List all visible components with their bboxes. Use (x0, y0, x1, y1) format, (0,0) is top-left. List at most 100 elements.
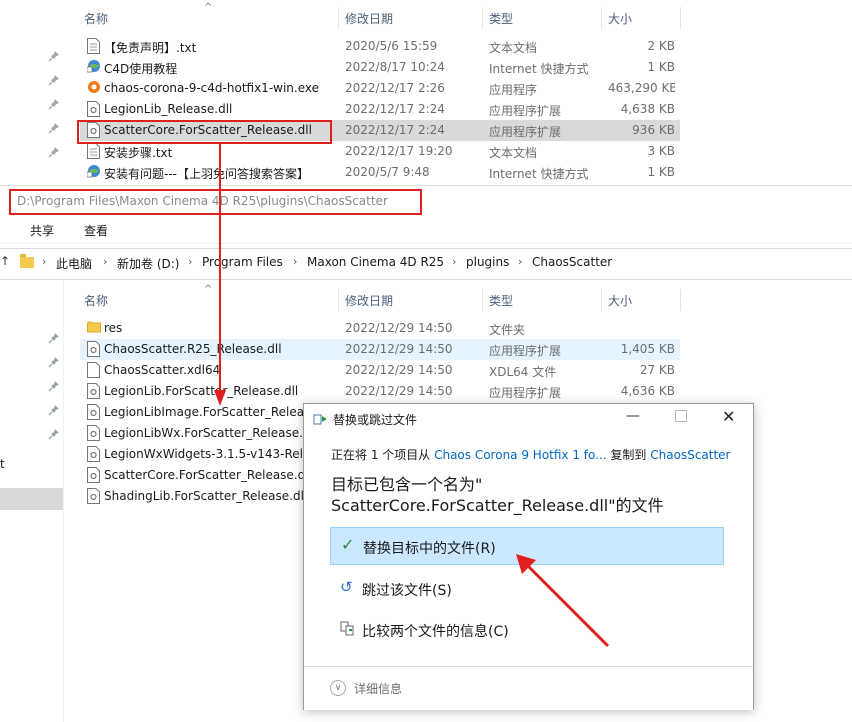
dialog-titlebar: 替换或跳过文件 — ✕ (304, 404, 753, 432)
txt-file-icon (87, 38, 100, 54)
table-row[interactable]: ChaosScatter.R25_Release.dll 2022/12/29 1… (80, 339, 680, 360)
table-row[interactable]: LegionLib_Release.dll 2022/12/17 2:24 应用程序… (80, 99, 680, 120)
chevron-down-icon[interactable]: ∨ (330, 680, 346, 696)
column-size-header[interactable]: 大小 (608, 292, 632, 309)
chevron-right-icon[interactable]: › (42, 255, 46, 268)
file-date: 2020/5/6 15:59 (345, 39, 438, 53)
file-date: 2022/12/29 14:50 (345, 342, 453, 356)
file-name: C4D使用教程 (104, 62, 178, 76)
breadcrumb-item[interactable]: plugins (466, 255, 509, 269)
column-name-header[interactable]: 名称 (84, 292, 108, 309)
file-type: 文件夹 (489, 323, 526, 337)
file-type: 应用程序扩展 (489, 386, 562, 400)
file-size: 2 KB (647, 39, 675, 53)
dll-file-icon (87, 488, 100, 504)
file-type: 文本文档 (489, 41, 538, 55)
pin-icon[interactable] (48, 50, 60, 62)
pin-icon[interactable] (48, 428, 60, 440)
column-type-header[interactable]: 类型 (489, 10, 513, 27)
copy-file-icon (313, 414, 327, 425)
chevron-right-icon[interactable]: › (518, 255, 522, 268)
file-type: Internet 快捷方式 (489, 167, 589, 181)
copy-line-prefix: 正在将 1 个项目从 (331, 448, 431, 462)
file-size: 936 KB (632, 123, 675, 137)
skip-file-label: 跳过该文件(S) (362, 583, 452, 599)
dll-file-icon (87, 341, 100, 357)
file-type: 应用程序扩展 (489, 125, 562, 139)
file-date: 2022/12/29 14:50 (345, 363, 453, 377)
dll-file-icon (87, 446, 100, 462)
annotation-arrow-down (214, 144, 226, 406)
file-type: 应用程序 (489, 83, 538, 97)
table-row[interactable]: 安装步骤.txt 2022/12/17 19:20 文本文档 3 KB (80, 141, 680, 162)
table-row[interactable]: C4D使用教程 2022/8/17 10:24 Internet 快捷方式 1 KB (80, 57, 680, 78)
column-type-header[interactable]: 类型 (489, 292, 513, 309)
sort-up-icon: ^ (204, 2, 213, 13)
file-size: 27 KB (639, 363, 675, 377)
file-name: chaos-corona-9-c4d-hotfix1-win.exe (104, 81, 319, 95)
maximize-icon[interactable] (675, 410, 687, 422)
pin-icon[interactable] (48, 404, 60, 416)
file-date: 2022/12/17 19:20 (345, 144, 453, 158)
column-size-header[interactable]: 大小 (608, 10, 632, 27)
file-size: 463,290 KB (608, 81, 675, 95)
file-date: 2022/12/29 14:50 (345, 384, 453, 398)
file-name: ShadingLib.ForScatter_Release.dll (104, 489, 308, 503)
copy-source-link[interactable]: Chaos Corona 9 Hotfix 1 fo... (434, 448, 607, 462)
breadcrumb-item[interactable]: 此电脑 (56, 255, 92, 272)
file-name: LegionWxWidgets-3.1.5-v143-Release.dll (104, 447, 334, 461)
file-size: 4,636 KB (620, 384, 675, 398)
table-row[interactable]: ChaosScatter.xdl64 2022/12/29 14:50 XDL64 … (80, 360, 680, 381)
file-name: 【免责声明】.txt (104, 41, 197, 55)
table-row[interactable]: 【免责声明】.txt 2020/5/6 15:59 文本文档 2 KB (80, 36, 680, 57)
breadcrumb-item[interactable]: Maxon Cinema 4D R25 (307, 255, 444, 269)
pin-icon[interactable] (48, 332, 60, 344)
file-size: 1 KB (647, 60, 675, 74)
file-type: 应用程序扩展 (489, 344, 562, 358)
bottom-column-header: 名称 ^ 修改日期 类型 大小 (80, 284, 681, 311)
chevron-right-icon[interactable]: › (103, 255, 107, 268)
column-date-header[interactable]: 修改日期 (345, 292, 393, 309)
details-toggle[interactable]: 详细信息 (354, 680, 402, 697)
dll-file-icon (87, 425, 100, 441)
pin-icon[interactable] (48, 146, 60, 158)
ribbon-tab-view[interactable]: 查看 (84, 222, 108, 239)
compare-files-icon (340, 621, 354, 636)
dialog-message: 目标已包含一个名为" ScatterCore.ForScatter_Releas… (331, 474, 664, 516)
column-name-header[interactable]: 名称 (84, 10, 108, 27)
chevron-right-icon[interactable]: › (293, 255, 297, 268)
dialog-title: 替换或跳过文件 (333, 413, 418, 427)
minimize-icon[interactable]: — (626, 408, 640, 424)
message-line-2: ScatterCore.ForScatter_Release.dll"的文件 (331, 496, 664, 515)
replace-file-label: 替换目标中的文件(R) (363, 541, 496, 557)
pin-icon[interactable] (48, 380, 60, 392)
top-column-header: 名称 ^ 修改日期 类型 大小 (80, 2, 681, 29)
ribbon-tab-share[interactable]: 共享 (30, 222, 54, 239)
message-line-1: 目标已包含一个名为" (331, 475, 483, 494)
file-file-icon (87, 362, 100, 378)
file-name: LegionLibWx.ForScatter_Release.dll (104, 426, 318, 440)
column-date-header[interactable]: 修改日期 (345, 10, 393, 27)
folder-file-icon (87, 320, 101, 336)
pin-icon[interactable] (48, 98, 60, 110)
chevron-right-icon[interactable]: › (452, 255, 456, 268)
pin-icon[interactable] (48, 74, 60, 86)
table-row[interactable]: chaos-corona-9-c4d-hotfix1-win.exe 2022/1… (80, 78, 680, 99)
copy-dest-link[interactable]: ChaosScatter (650, 448, 730, 462)
breadcrumb-item[interactable]: 新加卷 (D:) (117, 255, 179, 272)
up-arrow-icon[interactable]: ↑ (0, 254, 10, 268)
file-date: 2022/12/17 2:24 (345, 123, 445, 137)
table-row[interactable]: 安装有问题---【上羽免问答搜索答案】 2020/5/7 9:48 Internet… (80, 162, 680, 183)
pin-icon[interactable] (48, 122, 60, 134)
file-name: ScatterCore.ForScatter_Release.dll (104, 468, 312, 482)
dialog-footer: ∨ 详细信息 (304, 666, 753, 710)
ribbon-tabs: 共享 查看 (0, 216, 852, 243)
close-icon[interactable]: ✕ (722, 407, 735, 426)
file-date: 2020/5/7 9:48 (345, 165, 430, 179)
breadcrumb-item[interactable]: ChaosScatter (532, 255, 612, 269)
table-row[interactable]: res 2022/12/29 14:50 文件夹 (80, 318, 680, 339)
file-size: 1 KB (647, 165, 675, 179)
pin-icon[interactable] (48, 356, 60, 368)
table-row[interactable]: LegionLib.ForScatter_Release.dll 2022/12/… (80, 381, 680, 402)
chevron-right-icon[interactable]: › (188, 255, 192, 268)
